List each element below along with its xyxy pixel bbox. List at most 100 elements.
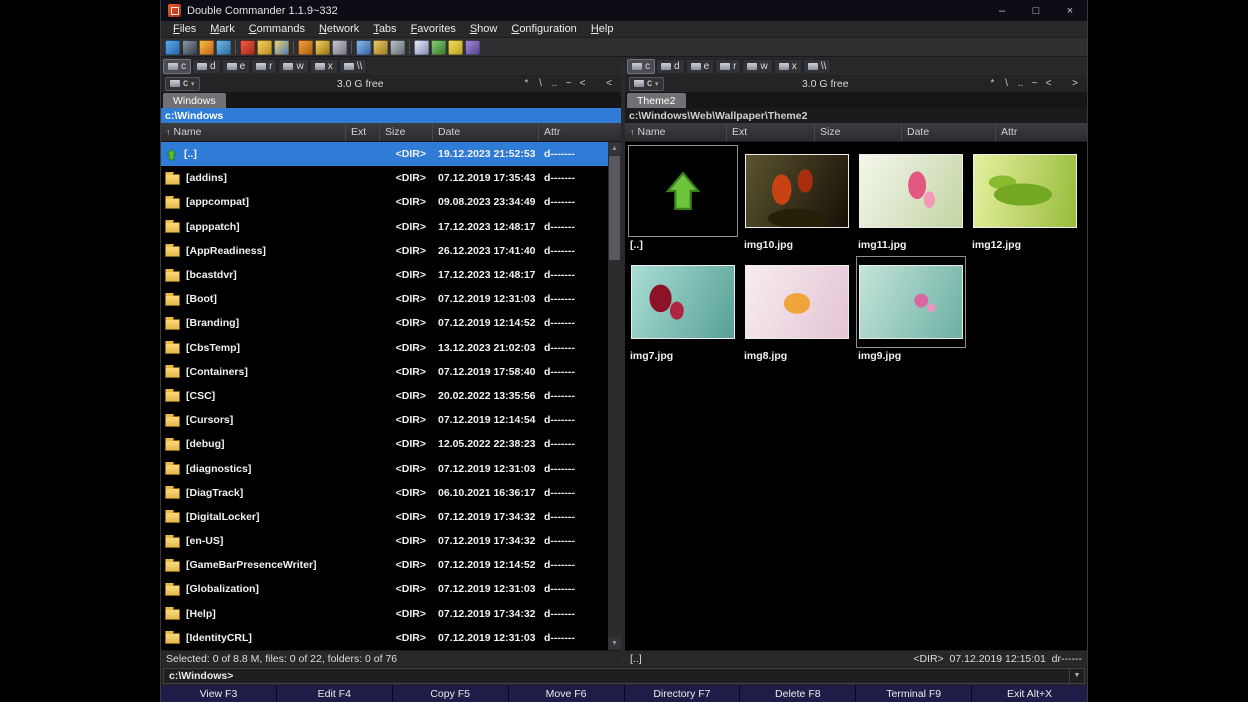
left-nav-home-button[interactable]: ~	[563, 78, 574, 89]
left-history-button[interactable]: <	[603, 78, 615, 89]
right-column-header-name[interactable]: ↑Name	[625, 123, 727, 141]
right-drive-network[interactable]: \\	[803, 59, 832, 74]
network-icon[interactable]	[465, 40, 480, 55]
copy-left-icon[interactable]	[240, 40, 255, 55]
file-row[interactable]: [AppReadiness]<DIR>26.12.2023 17:41:40d-…	[161, 239, 608, 263]
terminal-icon[interactable]	[182, 40, 197, 55]
left-drive-c[interactable]: c	[163, 59, 191, 74]
edit-icon[interactable]	[414, 40, 429, 55]
right-nav-select-button[interactable]: *	[987, 78, 998, 89]
file-row[interactable]: [bcastdvr]<DIR>17.12.2023 12:48:17d-----…	[161, 263, 608, 287]
fkey-terminal-f9[interactable]: Terminal F9	[856, 685, 971, 702]
left-path-bar[interactable]: c:\Windows	[161, 108, 621, 123]
file-row[interactable]: [Help]<DIR>07.12.2019 17:34:32d-------	[161, 602, 608, 626]
right-nav-home-button[interactable]: ~	[1029, 78, 1040, 89]
left-nav-root-button[interactable]: \	[535, 78, 546, 89]
left-drive-select[interactable]: c ▾	[165, 77, 200, 91]
menu-mark[interactable]: Mark	[203, 23, 241, 35]
file-row[interactable]: [Containers]<DIR>07.12.2019 17:58:40d---…	[161, 360, 608, 384]
tab-theme2[interactable]: Theme2	[627, 93, 686, 108]
file-row[interactable]: [debug]<DIR>12.05.2022 22:38:23d-------	[161, 432, 608, 456]
maximize-button[interactable]: □	[1019, 0, 1053, 21]
file-row[interactable]: [Boot]<DIR>07.12.2019 12:31:03d-------	[161, 287, 608, 311]
file-row[interactable]: [CbsTemp]<DIR>13.12.2023 21:02:03d------…	[161, 336, 608, 360]
thumbnail-item-img7-jpg[interactable]: img7.jpg	[627, 255, 741, 366]
right-column-header-size[interactable]: Size	[815, 123, 902, 141]
thumbnail-item-img12-jpg[interactable]: img12.jpg	[969, 144, 1083, 255]
folder-open-icon[interactable]	[257, 40, 272, 55]
left-column-header-size[interactable]: Size	[380, 123, 433, 141]
command-line-combo[interactable]: c:\Windows> ▼	[163, 668, 1085, 684]
fkey-directory-f7[interactable]: Directory F7	[625, 685, 740, 702]
left-nav-select-button[interactable]: *	[521, 78, 532, 89]
file-row[interactable]: [Branding]<DIR>07.12.2019 12:14:52d-----…	[161, 311, 608, 335]
menu-favorites[interactable]: Favorites	[404, 23, 463, 35]
swap-panels-icon[interactable]	[199, 40, 214, 55]
right-nav-back-button[interactable]: <	[1043, 78, 1054, 89]
search-icon[interactable]	[356, 40, 371, 55]
left-column-header-attr[interactable]: Attr	[539, 123, 621, 141]
right-column-header-date[interactable]: Date	[902, 123, 996, 141]
multi-rename-icon[interactable]	[390, 40, 405, 55]
fkey-edit-f4[interactable]: Edit F4	[277, 685, 392, 702]
right-drive-c[interactable]: c	[627, 59, 655, 74]
right-nav-root-button[interactable]: \	[1001, 78, 1012, 89]
folder-up-icon[interactable]	[274, 40, 289, 55]
command-history-dropdown-icon[interactable]: ▼	[1069, 669, 1084, 683]
menu-help[interactable]: Help	[584, 23, 621, 35]
command-line-input[interactable]	[233, 670, 1069, 682]
left-scrollbar[interactable]: ▲ ▼	[608, 142, 621, 650]
menu-configuration[interactable]: Configuration	[504, 23, 583, 35]
extract-files-icon[interactable]	[315, 40, 330, 55]
scrollbar-thumb[interactable]	[609, 156, 620, 260]
file-row[interactable]: [DiagTrack]<DIR>06.10.2021 16:36:17d----…	[161, 481, 608, 505]
file-row[interactable]: [appcompat]<DIR>09.08.2023 23:34:49d----…	[161, 190, 608, 214]
fkey-copy-f5[interactable]: Copy F5	[393, 685, 508, 702]
right-column-header-ext[interactable]: Ext	[727, 123, 815, 141]
fkey-move-f6[interactable]: Move F6	[509, 685, 624, 702]
left-nav-back-button[interactable]: <	[577, 78, 588, 89]
left-column-header-date[interactable]: Date	[433, 123, 539, 141]
left-drive-d[interactable]: d	[192, 59, 221, 74]
scroll-up-icon[interactable]: ▲	[608, 142, 621, 155]
left-column-header-ext[interactable]: Ext	[346, 123, 380, 141]
scroll-down-icon[interactable]: ▼	[608, 637, 621, 650]
file-row[interactable]: [en-US]<DIR>07.12.2019 17:34:32d-------	[161, 529, 608, 553]
menu-tabs[interactable]: Tabs	[366, 23, 403, 35]
file-row[interactable]: [Cursors]<DIR>07.12.2019 12:14:54d------…	[161, 408, 608, 432]
thumbnail-item-updir[interactable]: [..]	[627, 144, 741, 255]
refresh-icon[interactable]	[165, 40, 180, 55]
pack-files-icon[interactable]	[298, 40, 313, 55]
file-row[interactable]: [..]<DIR>19.12.2023 21:52:53d-------	[161, 142, 608, 166]
left-column-header-name[interactable]: ↑Name	[161, 123, 346, 141]
menu-files[interactable]: Files	[166, 23, 203, 35]
file-row[interactable]: [IdentityCRL]<DIR>07.12.2019 12:31:03d--…	[161, 626, 608, 650]
left-drive-x[interactable]: x	[310, 59, 338, 74]
fkey-delete-f8[interactable]: Delete F8	[740, 685, 855, 702]
right-drive-x[interactable]: x	[774, 59, 802, 74]
right-drive-r[interactable]: r	[715, 59, 741, 74]
thumbnail-item-img8-jpg[interactable]: img8.jpg	[741, 255, 855, 366]
file-row[interactable]: [CSC]<DIR>20.02.2022 13:35:56d-------	[161, 384, 608, 408]
left-drive-w[interactable]: w	[278, 59, 308, 74]
left-nav-up-button[interactable]: ..	[549, 78, 560, 89]
right-column-header-attr[interactable]: Attr	[996, 123, 1087, 141]
tab-windows[interactable]: Windows	[163, 93, 226, 108]
file-row[interactable]: [DigitalLocker]<DIR>07.12.2019 17:34:32d…	[161, 505, 608, 529]
close-button[interactable]: ×	[1053, 0, 1087, 21]
file-row[interactable]: [Globalization]<DIR>07.12.2019 12:31:03d…	[161, 577, 608, 601]
sync-dirs-icon[interactable]	[373, 40, 388, 55]
thumbnail-item-img10-jpg[interactable]: img10.jpg	[741, 144, 855, 255]
right-drive-select[interactable]: c ▾	[629, 77, 664, 91]
favorites-icon[interactable]	[448, 40, 463, 55]
fkey-view-f3[interactable]: View F3	[161, 685, 276, 702]
right-drive-w[interactable]: w	[742, 59, 772, 74]
thumbnail-item-img11-jpg[interactable]: img11.jpg	[855, 144, 969, 255]
compare-icon[interactable]	[431, 40, 446, 55]
fkey-exit-alt-x[interactable]: Exit Alt+X	[972, 685, 1087, 702]
menu-network[interactable]: Network	[312, 23, 366, 35]
left-drive-e[interactable]: e	[222, 59, 251, 74]
right-nav-up-button[interactable]: ..	[1015, 78, 1026, 89]
test-archive-icon[interactable]	[332, 40, 347, 55]
minimize-button[interactable]: –	[985, 0, 1019, 21]
